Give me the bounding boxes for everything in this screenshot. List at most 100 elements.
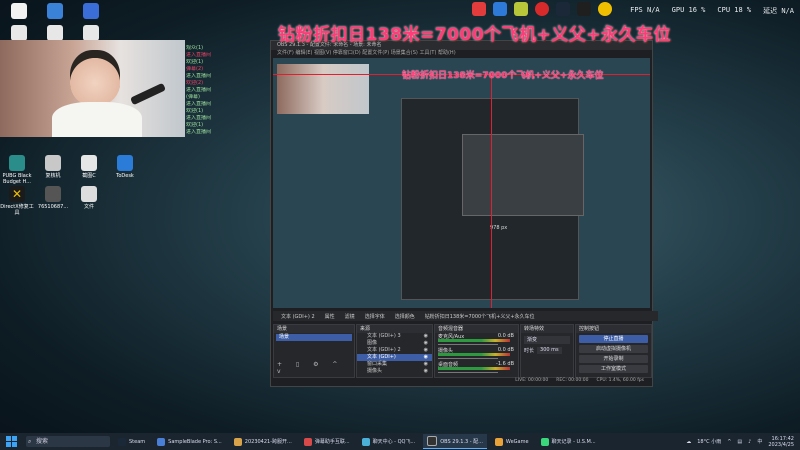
eye-icon[interactable]: ◉: [424, 340, 428, 347]
audio-mixer-dock: 音频混音器 麦克风/Aux 0.0 dB 摄像头 0.0 dB 桌面音频 -1.…: [434, 324, 519, 378]
taskbar-app[interactable]: 聊天记录 - U.S.M...: [537, 435, 600, 449]
source-item[interactable]: 文本 (GDI+) 2 ◉: [357, 347, 432, 354]
ime-icon[interactable]: 中: [757, 438, 762, 445]
eye-icon[interactable]: ◉: [424, 347, 428, 354]
taskbar-app-steam[interactable]: Steam: [114, 435, 149, 449]
desktop-icon-todesk[interactable]: ToDesk: [108, 155, 142, 185]
transitions-header: 转场特效: [521, 325, 573, 333]
netease-icon[interactable]: [472, 2, 486, 16]
source-toolbar: 文本 (GDI+) 2 属性 滤镜 选择字体 选择颜色 钻粉折扣日138米=70…: [273, 311, 658, 321]
avatar-icon[interactable]: [598, 2, 612, 16]
transitions-dock: 转场特效 渐变 时长 300 ms: [520, 324, 574, 378]
taskbar-app-obs[interactable]: OBS 29.1.3 - 配...: [423, 434, 487, 449]
desktop-icon[interactable]: 文件: [72, 186, 106, 216]
kook-icon[interactable]: [493, 2, 507, 16]
start-recording-button[interactable]: 开始录制: [579, 355, 648, 363]
source-item-selected[interactable]: 文本 (GDI+) ◉: [357, 354, 432, 361]
obs-window[interactable]: OBS 29.1.3 - 配置文件: 未命名 - 场景: 未命名 文件(F) 编…: [270, 40, 658, 387]
scenes-dock: 场景 场景 + ▯ ⚙ ^ v: [273, 324, 355, 378]
desktop-icon[interactable]: [38, 3, 72, 21]
volume-meter: [438, 339, 510, 342]
chat-overlay: 观众(1) 进入直播间 欢迎(1) 弹幕(2) 进入直播间 欢迎(2) 进入直播…: [186, 45, 276, 175]
desktop-icon[interactable]: [74, 3, 108, 21]
taskbar-app[interactable]: SampleBlade Pro: S...: [153, 435, 226, 449]
system-tray: ☁ 18°C 小雨 ^ ▤ ♪ 中 16:17:42 2023/4/25: [686, 436, 800, 448]
taskbar-app-wegame[interactable]: WeGame: [491, 435, 533, 449]
volume-meter: [438, 367, 510, 370]
controls-header: 控制按钮: [576, 325, 651, 333]
game-icon[interactable]: [514, 2, 528, 16]
duration-input[interactable]: 300 ms: [537, 347, 562, 354]
mixer-header: 音频混音器: [435, 325, 518, 333]
webcam-feed: [0, 40, 185, 137]
desktop-icons-row1: [2, 3, 108, 21]
latency-stat: 延迟 N/A: [763, 7, 794, 15]
obs-statusbar: LIVE: 00:00:00 REC: 00:00:00 CPU: 1.4%, …: [273, 378, 650, 384]
properties-button[interactable]: 属性: [325, 313, 335, 320]
desktop-icon[interactable]: 截图C: [72, 155, 106, 185]
volume-icon[interactable]: ♪: [748, 439, 751, 445]
source-item[interactable]: 摄像头 ◉: [357, 368, 432, 375]
source-item[interactable]: 窗口采集 ◉: [357, 361, 432, 368]
select-font-button[interactable]: 选择字体: [365, 313, 385, 320]
duration-row: 时长 300 ms: [524, 347, 570, 354]
search-icon: ⌕: [28, 438, 32, 445]
mixer-channel: 桌面音频 -1.6 dB: [435, 361, 518, 375]
studio-mode-button[interactable]: 工作室模式: [579, 365, 648, 373]
chat-line: 欢迎(2): [186, 80, 204, 86]
filters-button[interactable]: 滤镜: [345, 313, 355, 320]
mixer-channel: 麦克风/Aux 0.0 dB: [435, 333, 518, 347]
app-icon[interactable]: [577, 2, 591, 16]
tray-chevron-icon[interactable]: ^: [727, 439, 731, 445]
chat-line: 欢迎(1): [186, 122, 204, 128]
desktop-icon[interactable]: 76510687...: [36, 186, 70, 216]
taskbar-app[interactable]: 20230421-跨服开...: [230, 435, 296, 449]
eye-icon[interactable]: ◉: [424, 368, 428, 375]
steam-icon[interactable]: [556, 2, 570, 16]
chat-line: 进入直播间: [186, 73, 212, 79]
clock[interactable]: 16:17:42 2023/4/25: [768, 436, 794, 448]
stop-streaming-button[interactable]: 停止直播: [579, 335, 648, 343]
desktop-icon[interactable]: 复核机: [36, 155, 70, 185]
desktop-icons-row4: ✕ DirectX修复工具 76510687... 文件: [0, 186, 106, 216]
mixer-channel: 摄像头 0.0 dB: [435, 347, 518, 361]
weather-text[interactable]: 18°C 小雨: [697, 438, 721, 445]
app-icon: [157, 437, 166, 446]
obs-menubar[interactable]: 文件(F) 编辑(E) 视图(V) 停靠窗口(D) 配置文件(P) 场景集合(S…: [271, 50, 652, 57]
virtual-camera-button[interactable]: 启动虚拟摄像机: [579, 345, 648, 353]
select-color-button[interactable]: 选择颜色: [395, 313, 415, 320]
netease-music-icon[interactable]: [535, 2, 549, 16]
controls-dock: 控制按钮 停止直播 启动虚拟摄像机 开始录制 工作室模式: [575, 324, 652, 378]
eye-icon[interactable]: ◉: [424, 361, 428, 368]
transition-select[interactable]: 渐变: [524, 336, 570, 344]
volume-fader[interactable]: [438, 358, 498, 359]
search-box[interactable]: ⌕ 搜索: [26, 436, 110, 447]
eye-icon[interactable]: ◉: [424, 333, 428, 340]
nested-preview: 978 px: [401, 98, 584, 300]
eye-icon[interactable]: ◉: [424, 354, 428, 361]
chat-line: 进入直播间: [186, 52, 212, 58]
obs-preview[interactable]: 978 px: [273, 58, 650, 308]
network-icon[interactable]: ▤: [737, 439, 742, 445]
search-label: 搜索: [36, 438, 49, 445]
taskbar-app[interactable]: 弹幕助手互联...: [300, 435, 354, 449]
chat-line: 欢迎(1): [186, 108, 204, 114]
chat-line: 进入直播间: [186, 129, 212, 135]
clock-date: 2023/4/25: [768, 441, 794, 448]
donation-banner-preview: 钻粉折扣日138米=7000个飞机+义父+永久车位: [402, 71, 604, 81]
volume-fader[interactable]: [438, 344, 498, 345]
source-item[interactable]: 图像 ◉: [357, 340, 432, 347]
app-icon: [540, 437, 549, 446]
volume-fader[interactable]: [438, 372, 498, 373]
desktop-icon-pubg[interactable]: PUBG Black Budget H...: [0, 155, 34, 185]
start-button[interactable]: [6, 435, 20, 448]
performance-stats: FPS N/A GPU 16 % CPU 18 % 延迟 N/A: [630, 6, 794, 18]
desktop-icon-directx[interactable]: ✕ DirectX修复工具: [0, 186, 34, 216]
taskbar-app[interactable]: 聊天中心 - QQ飞...: [358, 435, 420, 449]
app-icon: [233, 437, 242, 446]
scenes-footer-buttons[interactable]: + ▯ ⚙ ^ v: [277, 361, 354, 375]
taskbar: ⌕ 搜索 Steam SampleBlade Pro: S... 2023042…: [0, 433, 800, 450]
source-item[interactable]: 文本 (GDI+) 3 ◉: [357, 333, 432, 340]
desktop-icon[interactable]: [2, 3, 36, 21]
scene-item[interactable]: 场景: [276, 334, 352, 341]
